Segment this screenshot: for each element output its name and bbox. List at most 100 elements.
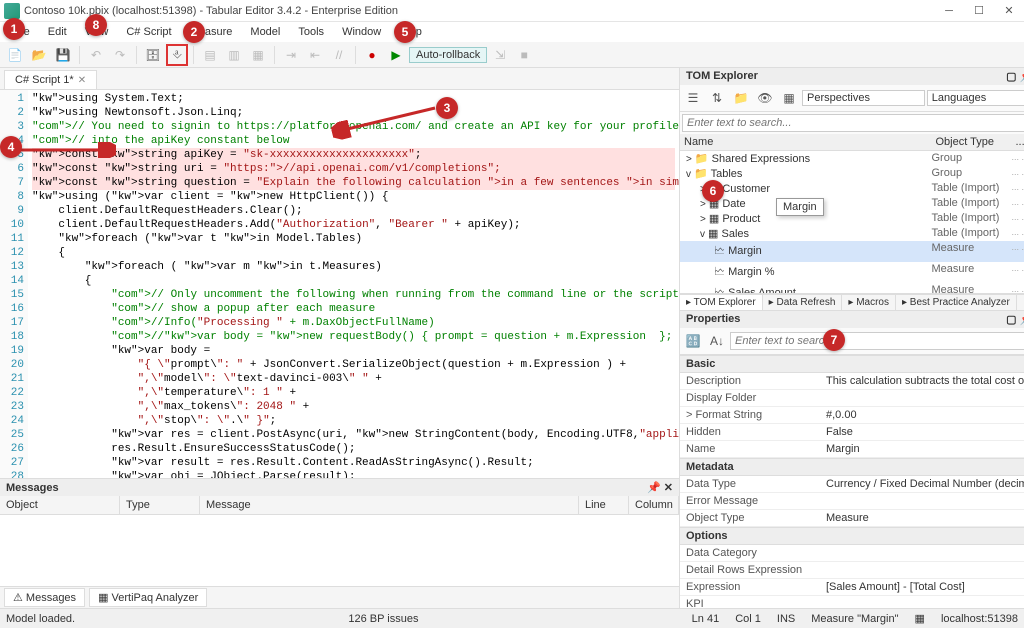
tab-label: C# Script 1*	[15, 74, 74, 86]
btab-1[interactable]: ▦ VertiPaq Analyzer	[89, 588, 207, 607]
minimize-button[interactable]: ─	[934, 0, 964, 22]
app-icon	[4, 3, 20, 19]
callout-1: 1	[3, 18, 25, 40]
menu-tools[interactable]: Tools	[290, 24, 332, 40]
tree-row[interactable]: 🗠 Margin %Measure... ...	[680, 262, 1024, 283]
properties-header: Properties ▢ 📌 ✕	[680, 311, 1024, 328]
rtab-0[interactable]: ▸ TOM Explorer	[680, 295, 763, 310]
undo-icon[interactable]: ↶	[85, 44, 107, 66]
new-icon[interactable]: 📄	[4, 44, 26, 66]
properties-grid[interactable]: BasicDescriptionThis calculation subtrac…	[680, 355, 1024, 608]
rtab-3[interactable]: ▸ Best Practice Analyzer	[896, 295, 1017, 310]
pin-icon[interactable]: ▢ 📌 ✕	[1006, 70, 1024, 83]
db-icon[interactable]: 🗄	[142, 44, 164, 66]
save-icon[interactable]: 💾	[52, 44, 74, 66]
open-icon[interactable]: 📂	[28, 44, 50, 66]
close-icon[interactable]: ✕	[78, 75, 86, 86]
tree-row[interactable]: > ▦ ProductTable (Import)... ...	[680, 211, 1024, 226]
status-measure: Measure "Margin"	[811, 613, 898, 625]
run-icon[interactable]: ▶	[385, 44, 407, 66]
sort-icon[interactable]: ⇅	[706, 87, 728, 109]
tom-tree[interactable]: Name Object Type ... ... > 📁 Shared Expr…	[680, 134, 1024, 294]
prop-row[interactable]: Expression[Sales Amount] - [Total Cost]	[680, 579, 1024, 596]
perspectives-combo[interactable]: Perspectives	[802, 90, 925, 106]
btab-0[interactable]: ⚠ Messages	[4, 588, 85, 607]
prop-row[interactable]: DescriptionThis calculation subtracts th…	[680, 373, 1024, 390]
indent-icon[interactable]: ⇥	[280, 44, 302, 66]
status-col: Col 1	[735, 613, 761, 625]
prop-row[interactable]: > Format String#,0.00	[680, 407, 1024, 424]
tool-icon[interactable]: ▤	[199, 44, 221, 66]
tree-row[interactable]: > ▦ DateTable (Import)... ...	[680, 196, 1024, 211]
redo-icon[interactable]: ↷	[109, 44, 131, 66]
editor-tabs: C# Script 1* ✕	[0, 68, 679, 90]
tree-row[interactable]: > 📁 Shared ExpressionsGroup... ...	[680, 151, 1024, 166]
stop-icon[interactable]: ■	[513, 44, 535, 66]
maximize-button[interactable]: ☐	[964, 0, 994, 22]
callout-5: 5	[394, 21, 416, 43]
comment-icon[interactable]: //	[328, 44, 350, 66]
prop-row[interactable]: Data TypeCurrency / Fixed Decimal Number…	[680, 476, 1024, 493]
tom-explorer-header: TOM Explorer ▢ 📌 ✕	[680, 68, 1024, 85]
prop-row[interactable]: HiddenFalse	[680, 424, 1024, 441]
prop-row[interactable]: Display Folder	[680, 390, 1024, 407]
status-ln: Ln 41	[692, 613, 720, 625]
menu-cscript[interactable]: C# Script	[118, 24, 179, 40]
record-icon[interactable]: ●	[361, 44, 383, 66]
pin-icon[interactable]: 📌 ✕	[647, 481, 673, 494]
properties-search-input[interactable]	[730, 332, 1024, 350]
prop-row[interactable]: Detail Rows Expression	[680, 562, 1024, 579]
prop-row[interactable]: Data Category	[680, 545, 1024, 562]
rtab-2[interactable]: ▸ Macros	[842, 295, 896, 310]
window-title: Contoso 10k.pbix (localhost:51398) - Tab…	[24, 5, 934, 17]
callout-3: 3	[436, 97, 458, 119]
format-icon[interactable]: ⎀	[166, 44, 188, 66]
tool2-icon[interactable]: ▥	[223, 44, 245, 66]
pin-icon[interactable]: ▢ 📌 ✕	[1006, 313, 1024, 326]
auto-rollback-button[interactable]: Auto-rollback	[409, 47, 487, 63]
menu-window[interactable]: Window	[334, 24, 389, 40]
status-ins: INS	[777, 613, 795, 625]
step-icon[interactable]: ⇲	[489, 44, 511, 66]
prop-row[interactable]: KPI	[680, 596, 1024, 608]
status-bp: 126 BP issues	[91, 613, 676, 625]
hidden-icon[interactable]: 👁	[754, 87, 776, 109]
messages-panel: Messages 📌 ✕ ObjectTypeMessageLineColumn	[0, 478, 679, 586]
callout-6: 6	[702, 180, 724, 202]
callout-7: 7	[823, 329, 845, 351]
filter-icon[interactable]: ☰	[682, 87, 704, 109]
tooltip: Margin	[776, 198, 824, 216]
outdent-icon[interactable]: ⇤	[304, 44, 326, 66]
tree-row[interactable]: v ▦ SalesTable (Import)... ...	[680, 226, 1024, 241]
az-icon[interactable]: A↓	[706, 330, 728, 352]
tree-row[interactable]: 🗠 MarginMeasure... ...	[680, 241, 1024, 262]
callout-8: 8	[85, 14, 107, 36]
prop-row[interactable]: NameMargin	[680, 441, 1024, 458]
callout-4: 4	[0, 136, 22, 158]
tree-row[interactable]: 🗠 Sales AmountMeasure... ...	[680, 283, 1024, 294]
bottom-tabs: ⚠ Messages▦ VertiPaq Analyzer	[0, 586, 679, 608]
toolbar: 📄 📂 💾 ↶ ↷ 🗄 ⎀ ▤ ▥ ▦ ⇥ ⇤ // ● ▶ Auto-roll…	[0, 42, 1024, 68]
tree-row[interactable]: > ▦ CustomerTable (Import)... ...	[680, 181, 1024, 196]
tool3-icon[interactable]: ▦	[247, 44, 269, 66]
titlebar: Contoso 10k.pbix (localhost:51398) - Tab…	[0, 0, 1024, 22]
statusbar: Model loaded. 126 BP issues Ln 41 Col 1 …	[0, 608, 1024, 628]
menu-edit[interactable]: Edit	[40, 24, 75, 40]
messages-title: Messages	[6, 482, 59, 494]
folder-icon[interactable]: 📁	[730, 87, 752, 109]
tom-search-input[interactable]	[682, 114, 1024, 132]
tree-row[interactable]: v 📁 TablesGroup... ...	[680, 166, 1024, 181]
tab-script[interactable]: C# Script 1* ✕	[4, 70, 97, 89]
languages-combo[interactable]: Languages	[927, 90, 1024, 106]
menubar: FileEditViewC# ScriptMeasureModelToolsWi…	[0, 22, 1024, 42]
status-server: localhost:51398	[941, 613, 1018, 625]
prop-row[interactable]: Error Message	[680, 493, 1024, 510]
status-left: Model loaded.	[6, 613, 75, 625]
prop-row[interactable]: Object TypeMeasure	[680, 510, 1024, 527]
cat-icon[interactable]: 🔠	[682, 330, 704, 352]
menu-model[interactable]: Model	[242, 24, 288, 40]
rtab-1[interactable]: ▸ Data Refresh	[763, 295, 843, 310]
callout-2: 2	[183, 21, 205, 43]
columns-icon[interactable]: ▦	[778, 87, 800, 109]
close-button[interactable]: ✕	[994, 0, 1024, 22]
